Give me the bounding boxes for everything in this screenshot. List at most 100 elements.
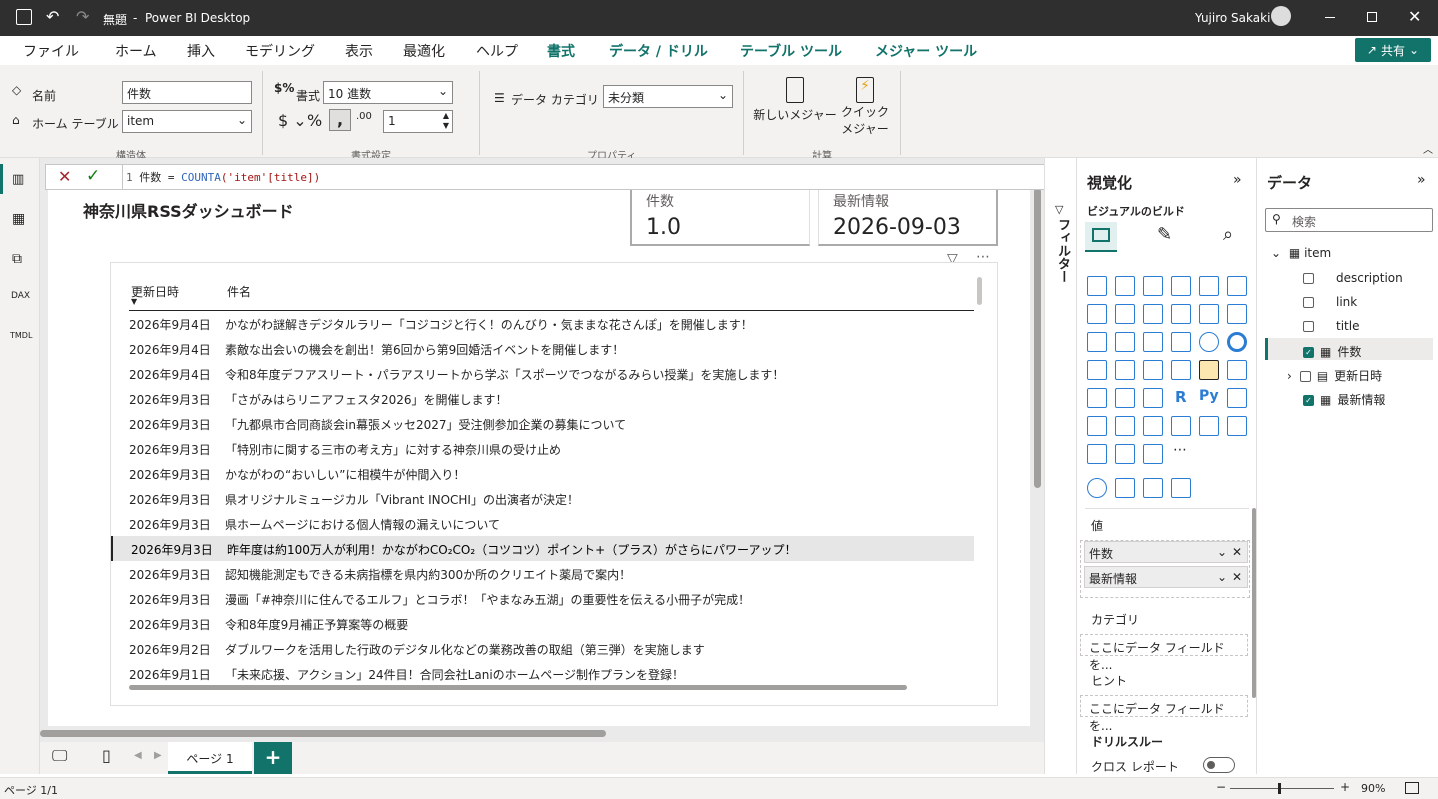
line-column-icon[interactable]: [1199, 304, 1219, 324]
data-category-select[interactable]: 未分類 ⌄: [603, 85, 733, 108]
azure-map-icon[interactable]: [1143, 360, 1163, 380]
save-icon[interactable]: [16, 9, 32, 25]
data-search[interactable]: ⚲ 検索: [1265, 208, 1433, 232]
comma-icon[interactable]: ,: [329, 109, 351, 131]
close-icon[interactable]: ✕: [1408, 7, 1421, 26]
menu-table-tools[interactable]: テーブル ツール: [740, 41, 842, 61]
build-visual-tab[interactable]: [1085, 222, 1117, 252]
maximize-icon[interactable]: [1367, 12, 1377, 22]
field-count[interactable]: ✓ ▦ 件数: [1303, 343, 1361, 360]
stacked-area-icon[interactable]: [1143, 304, 1163, 324]
share-button[interactable]: ↗ 共有 ⌄: [1355, 38, 1431, 62]
stacked-column-icon[interactable]: [1115, 276, 1135, 296]
tmdl-view-icon[interactable]: TMDL: [10, 331, 32, 340]
category-drop-zone[interactable]: ここにデータ フィールドを...: [1080, 634, 1248, 672]
menu-modeling[interactable]: モデリング: [245, 41, 315, 61]
custom-visual-icon[interactable]: [1171, 478, 1191, 498]
field-checkbox[interactable]: [1299, 371, 1311, 382]
field-link[interactable]: link: [1303, 295, 1357, 309]
bar-100-icon[interactable]: [1199, 276, 1219, 296]
avatar[interactable]: [1271, 6, 1291, 26]
table-icon[interactable]: [1115, 388, 1135, 408]
currency-icon[interactable]: $ ⌄: [278, 111, 307, 130]
qa-icon[interactable]: [1115, 416, 1135, 436]
line-clustered-icon[interactable]: [1227, 304, 1247, 324]
paginated-report-icon[interactable]: [1143, 416, 1163, 436]
header-date[interactable]: 更新日時: [131, 283, 179, 300]
remove-field-icon[interactable]: ✕: [1232, 545, 1242, 559]
table-node[interactable]: ⌄ ▦ item: [1271, 246, 1331, 260]
format-select[interactable]: 10 進数 ⌄: [323, 81, 453, 104]
well-item-latest[interactable]: 最新情報 ⌄ ✕: [1084, 566, 1248, 588]
more-visuals-icon[interactable]: ⋯: [1173, 442, 1187, 458]
table-row[interactable]: 2026年9月1日 「未来応援、アクション」24件目！合同会社Laniのホームペー…: [111, 661, 974, 683]
chevron-down-icon[interactable]: ⌄: [1271, 246, 1281, 260]
table-row-selected[interactable]: 2026年9月3日 昨年度は約100万人が利用！かながわCO₂CO₂（コツコツ）ポ…: [111, 536, 974, 561]
table-row[interactable]: 2026年9月4日 素敵な出会いの機会を創出！第6回から第9回婚活イベントを開催し…: [111, 336, 974, 361]
card-latest[interactable]: 最新情報 2026-09-03: [818, 186, 998, 246]
field-description[interactable]: description: [1303, 271, 1403, 285]
home-table-select[interactable]: item ⌄: [122, 110, 252, 133]
table-row[interactable]: 2026年9月3日 「特別市に関する三市の考え方」に対する神奈川県の受け止め: [111, 436, 974, 461]
power-apps-icon[interactable]: [1171, 416, 1191, 436]
arcgis-icon[interactable]: [1087, 478, 1107, 498]
smart-narrative-icon[interactable]: [1087, 444, 1107, 464]
gauge-icon[interactable]: [1171, 360, 1191, 380]
column-100-icon[interactable]: [1227, 276, 1247, 296]
minimize-icon[interactable]: [1325, 17, 1335, 18]
filled-map-icon[interactable]: [1115, 478, 1135, 498]
menu-home[interactable]: ホーム: [115, 41, 157, 61]
menu-help[interactable]: ヘルプ: [476, 41, 518, 61]
user-name[interactable]: Yujiro Sakaki: [1195, 11, 1270, 25]
table-vscrollbar[interactable]: [977, 277, 982, 305]
dax-query-icon[interactable]: DAX: [11, 291, 30, 301]
menu-file[interactable]: ファイル: [23, 41, 79, 61]
decimal-icon[interactable]: .00: [356, 111, 372, 122]
tab-page-1[interactable]: ページ 1: [168, 742, 252, 774]
treemap-icon[interactable]: [1087, 360, 1107, 380]
card-icon[interactable]: [1199, 360, 1219, 380]
menu-optimize[interactable]: 最適化: [403, 41, 445, 61]
field-checkbox-checked[interactable]: ✓: [1303, 395, 1314, 406]
table-row[interactable]: 2026年9月3日 「九都県市合同商談会in幕張メッセ2027」受注側参加企業の募…: [111, 411, 974, 436]
report-page[interactable]: 神奈川県RSSダッシュボード 件数 1.0 最新情報 2026-09-03 ▽ …: [48, 186, 1030, 726]
remove-field-icon[interactable]: ✕: [1232, 570, 1242, 584]
zoom-out-icon[interactable]: −: [1216, 780, 1226, 794]
chevron-down-icon[interactable]: ⌄: [1217, 545, 1227, 559]
kpi-icon[interactable]: [1227, 360, 1247, 380]
pie-icon[interactable]: [1199, 332, 1219, 352]
table-row[interactable]: 2026年9月2日 ダブルワークを活用した行政のデジタル化などの業務改善の取組（第…: [111, 636, 974, 661]
chevron-right-icon[interactable]: ›: [1287, 369, 1292, 383]
hint-drop-zone[interactable]: ここにデータ フィールドを...: [1080, 695, 1248, 733]
zoom-in-icon[interactable]: +: [1340, 780, 1350, 794]
table-hscrollbar[interactable]: [129, 685, 907, 690]
donut-icon[interactable]: [1227, 332, 1247, 352]
map-icon[interactable]: [1115, 360, 1135, 380]
field-title[interactable]: title: [1303, 319, 1359, 333]
slicer-icon[interactable]: [1087, 388, 1107, 408]
well-item-count[interactable]: 件数 ⌄ ✕: [1084, 541, 1248, 563]
menu-data-drill[interactable]: データ / ドリル: [609, 41, 708, 61]
quick-measure-button[interactable]: ⚡ クイック メジャー: [836, 75, 894, 145]
analytics-icon[interactable]: ⌕: [1223, 224, 1233, 245]
menu-format[interactable]: 書式: [547, 41, 575, 61]
table-row[interactable]: 2026年9月3日 「さがみはらリニアフェスタ2026」を開催します！: [111, 386, 974, 411]
chevron-down-icon[interactable]: ⌄: [1217, 570, 1227, 584]
commit-icon[interactable]: ✓: [86, 166, 100, 186]
stacked-bar-icon[interactable]: [1087, 276, 1107, 296]
new-measure-button[interactable]: 新しいメジャー: [752, 75, 838, 135]
next-page-icon[interactable]: ▶: [154, 750, 162, 761]
percent-icon[interactable]: %: [307, 111, 322, 130]
r-visual-icon[interactable]: R: [1175, 388, 1187, 406]
table-row[interactable]: 2026年9月3日 県オリジナルミュージカル「Vibrant INOCHI」の出演…: [111, 486, 974, 511]
table-row[interactable]: 2026年9月3日 令和8年度9月補正予算案等の概要: [111, 611, 974, 636]
desktop-layout-icon[interactable]: 🖵: [52, 746, 67, 766]
canvas-hscrollbar[interactable]: [40, 730, 606, 737]
clustered-bar-icon[interactable]: [1143, 276, 1163, 296]
card-count[interactable]: 件数 1.0: [630, 186, 810, 246]
table-row[interactable]: 2026年9月3日 漫画「#神奈川に住んでるエルフ」とコラボ！「やまなみ五湖」の重…: [111, 586, 974, 611]
line-chart-icon[interactable]: [1087, 304, 1107, 324]
table-view-icon[interactable]: ▦: [12, 211, 25, 227]
table-row[interactable]: 2026年9月3日 かながわの“おいしい”に相模牛が仲間入り！: [111, 461, 974, 486]
add-page-button[interactable]: +: [254, 742, 292, 774]
